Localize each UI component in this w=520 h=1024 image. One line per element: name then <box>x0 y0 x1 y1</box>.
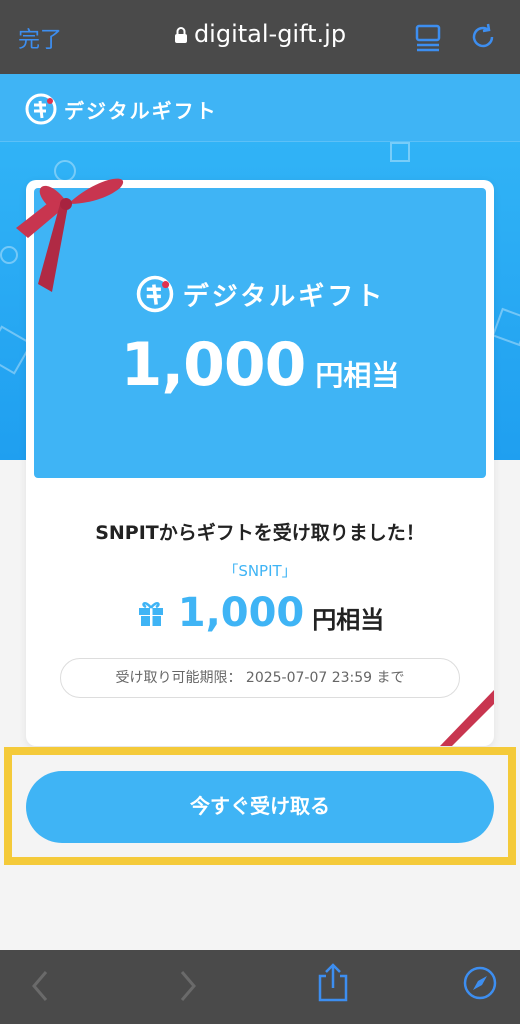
gift-logo-icon <box>136 275 173 313</box>
lock-icon <box>174 27 187 43</box>
sender-name: 「SNPIT」 <box>223 562 297 580</box>
card-amount: 1,000 円相当 <box>34 330 486 400</box>
receive-now-button[interactable]: 今すぐ受け取る <box>26 771 494 843</box>
browser-top-bar: 完了 digital-gift.jp <box>0 0 520 74</box>
received-message: SNPITからギフトを受け取りました！ <box>95 522 425 544</box>
site-logo-text: デジタルギフト <box>64 98 218 123</box>
deco-square <box>491 307 520 347</box>
ribbon-corner-icon <box>440 690 494 746</box>
forward-icon[interactable] <box>176 968 200 1004</box>
gift-amount-value: 1,000 <box>177 590 305 636</box>
deadline-badge: 受け取り可能期限： 2025-07-07 23:59 まで <box>60 658 460 698</box>
card-amount-unit: 円相当 <box>315 359 400 392</box>
browser-bottom-bar <box>0 950 520 1024</box>
site-logo[interactable]: デジタルギフト <box>24 92 218 126</box>
site-header: デジタルギフト <box>0 74 520 142</box>
gift-box-icon <box>138 602 163 626</box>
reload-icon[interactable] <box>468 22 498 52</box>
gift-amount: 1,000 円相当 <box>26 590 494 636</box>
card-amount-value: 1,000 <box>120 330 307 400</box>
share-icon[interactable] <box>316 962 350 1002</box>
reader-icon[interactable] <box>413 22 443 52</box>
back-icon[interactable] <box>28 968 52 1004</box>
gift-logo-icon <box>25 93 57 125</box>
card-logo-text: デジタルギフト <box>182 281 386 312</box>
deco-square <box>390 142 410 162</box>
ribbon-icon <box>16 178 124 292</box>
url-text: digital-gift.jp <box>193 20 347 48</box>
gift-amount-unit: 円相当 <box>312 605 385 634</box>
compass-icon[interactable] <box>462 965 498 1001</box>
